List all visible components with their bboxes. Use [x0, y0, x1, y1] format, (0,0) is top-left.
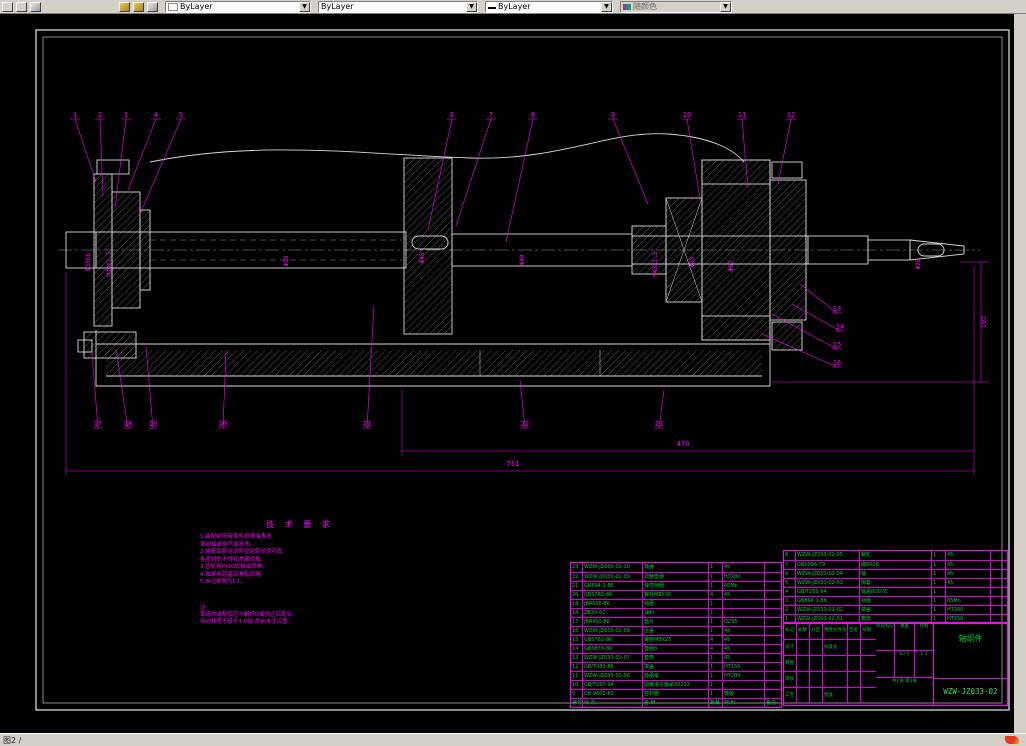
insert-block-icon[interactable] [133, 1, 144, 12]
toolbar-button[interactable] [16, 1, 27, 12]
dimension-label: 470 [677, 440, 690, 448]
callout-leader [455, 118, 492, 227]
diameter-label: Φ45 [419, 252, 426, 263]
callout-number: 2 [98, 111, 102, 119]
callout-number: 14 [836, 323, 844, 331]
make-block-icon[interactable] [119, 1, 130, 12]
diameter-label: Φ28 [915, 258, 922, 269]
plotstyle-control-dropdown[interactable]: 随颜色 ▼ [620, 0, 732, 13]
app-logo-icon [1002, 736, 1022, 744]
chevron-down-icon[interactable]: ▼ [720, 1, 731, 12]
dimension-label: 751 [507, 460, 520, 468]
callout-leader [139, 118, 182, 215]
callout-number: 8 [531, 111, 535, 119]
callout-leader [777, 118, 792, 185]
toolbar-button[interactable] [30, 1, 41, 12]
diameter-label: Φ38 [283, 255, 290, 266]
drawing-annotations: 1234567891011121314151617181920212223470… [66, 111, 988, 472]
plotstyle-swatch-icon [623, 3, 631, 10]
cad-viewport[interactable]: 1234567891011121314151617181920212223470… [0, 14, 1014, 733]
color-control-value: ByLayer [180, 2, 213, 11]
diameter-label: Φ62 [728, 260, 735, 271]
toolbar-button[interactable] [2, 1, 13, 12]
callout-number: 5 [179, 111, 183, 119]
chevron-down-icon[interactable]: ▼ [466, 1, 477, 12]
diameter-label: M45X1.5 [652, 251, 659, 277]
callout-number: 1 [73, 111, 77, 119]
lineweight-control-value: ByLayer [498, 2, 531, 11]
callout-number: 10 [683, 111, 691, 119]
lineweight-swatch-icon [488, 6, 496, 9]
cad-drawing: 1234567891011121314151617181920212223470… [35, 29, 1010, 711]
match-properties-icon[interactable] [147, 1, 158, 12]
callout-leader [686, 118, 701, 199]
diameter-label: Φ40 [519, 254, 526, 265]
color-control-dropdown[interactable]: ByLayer ▼ [165, 0, 311, 13]
shaft-assembly-geometry [65, 133, 965, 387]
callout-leader [127, 118, 157, 191]
callout-leader [91, 353, 99, 429]
callout-leader [74, 118, 97, 183]
callout-leader [505, 118, 534, 243]
callout-number: 13 [833, 305, 841, 313]
diameter-label: Φ35k6 [85, 253, 92, 271]
callout-number: 9 [611, 111, 615, 119]
callout-number: 11 [738, 111, 746, 119]
callout-number: 6 [450, 111, 454, 119]
diameter-label: M30X1.5 [106, 251, 113, 277]
linetype-control-value: ByLayer [321, 2, 354, 11]
lineweight-control-dropdown[interactable]: ByLayer ▼ [485, 0, 613, 13]
callout-number: 3 [124, 111, 128, 119]
diameter-label: Φ35 [689, 256, 696, 267]
color-swatch-icon [168, 2, 178, 11]
callout-number: 7 [489, 111, 493, 119]
top-toolbar: ByLayer ▼ ByLayer ▼ ByLayer ▼ 随颜色 ▼ [0, 0, 1026, 14]
callout-number: 12 [787, 111, 795, 119]
callout-number: 15 [833, 341, 841, 349]
chevron-down-icon[interactable]: ▼ [601, 1, 612, 12]
linetype-control-dropdown[interactable]: ByLayer ▼ [318, 0, 478, 13]
chevron-down-icon[interactable]: ▼ [299, 1, 310, 12]
status-text: 图2 / [3, 735, 22, 745]
callout-number: 4 [154, 111, 158, 119]
plotstyle-control-value: 随颜色 [633, 2, 657, 11]
callout-leader [612, 118, 649, 205]
status-bar: 图2 / [0, 733, 1026, 746]
